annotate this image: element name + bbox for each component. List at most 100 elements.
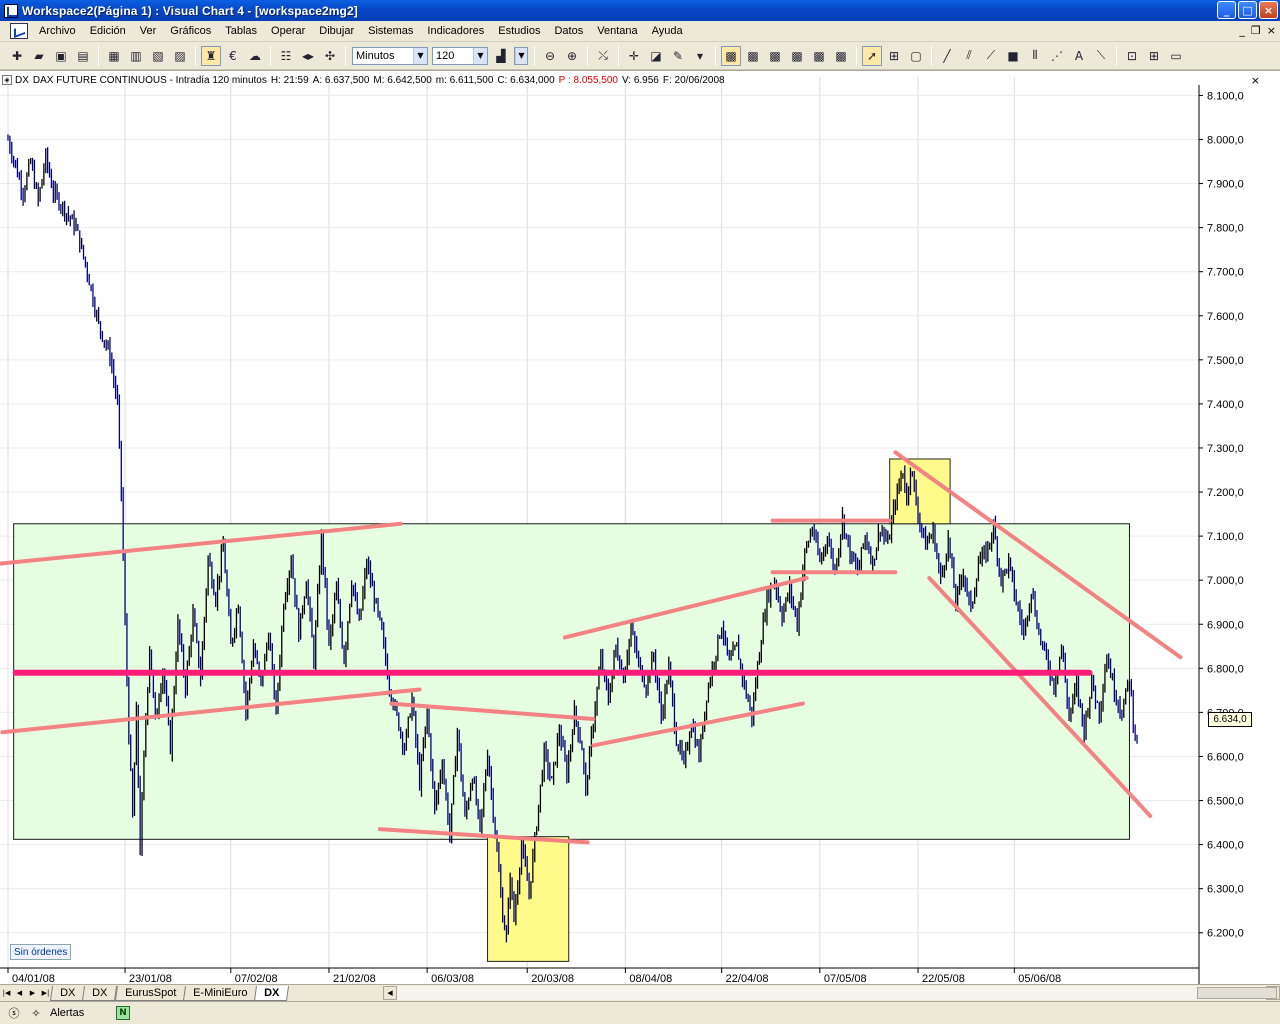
scroll-left-icon[interactable]: ◀: [383, 986, 397, 1000]
document-icon[interactable]: [10, 23, 28, 39]
timeframe-value: 120: [436, 49, 455, 62]
menu-ventana[interactable]: Ventana: [590, 25, 644, 37]
fill-color-icon[interactable]: ◪: [646, 46, 666, 66]
arrow-pointer-icon[interactable]: ➚: [862, 45, 882, 66]
mdi-restore-button[interactable]: ❐: [1251, 24, 1261, 37]
alerts-label[interactable]: Alertas: [50, 1007, 110, 1019]
open-folder-icon[interactable]: ▰: [29, 46, 49, 66]
rectangle-icon[interactable]: ▢: [906, 46, 926, 66]
menu-edicion[interactable]: Edición: [83, 25, 133, 37]
mdi-minimize-button[interactable]: _: [1239, 24, 1245, 37]
channel-icon[interactable]: ⫽: [959, 46, 979, 66]
price-tick-label: 8.100,0: [1207, 90, 1244, 102]
connection-icon[interactable]: ⓢ: [6, 1005, 22, 1021]
new-icon[interactable]: ✚: [7, 46, 27, 66]
zoom-in-icon[interactable]: ⊕: [562, 46, 582, 66]
menu-estudios[interactable]: Estudios: [491, 25, 547, 37]
pen-color-icon[interactable]: ✎: [668, 46, 688, 66]
cloud-icon[interactable]: ☁: [245, 46, 265, 66]
tab-dx-active[interactable]: DX: [254, 985, 290, 1001]
zoom-out-icon[interactable]: ⊖: [540, 46, 560, 66]
toolbar-separator: [587, 45, 588, 66]
symbol-description: DAX FUTURE CONTINUOUS - Intradía 120 min…: [32, 74, 267, 86]
bell-icon[interactable]: ✧: [28, 1005, 44, 1021]
menu-ayuda[interactable]: Ayuda: [645, 25, 690, 37]
currency-icon[interactable]: €: [223, 46, 243, 66]
chart-type-icon[interactable]: ▟: [491, 46, 511, 66]
workspace-1-icon[interactable]: ▩: [721, 45, 741, 66]
first-tab-icon[interactable]: |◀: [0, 987, 13, 1000]
properties-icon[interactable]: ☷: [276, 46, 296, 66]
chart-close-icon[interactable]: ×: [1251, 74, 1260, 87]
prev-tab-icon[interactable]: ◀: [13, 987, 26, 1000]
timeframe-value-select[interactable]: 120 ▼: [432, 46, 488, 65]
next-tab-icon[interactable]: ▶: [26, 987, 39, 1000]
workspace-5-icon[interactable]: ▩: [809, 46, 829, 66]
close-value: C: 6.634,000: [497, 74, 555, 86]
scroll-thumb[interactable]: [1197, 987, 1277, 999]
menu-dibujar[interactable]: Dibujar: [312, 25, 361, 37]
line-tool-icon[interactable]: ⟍: [1091, 46, 1111, 66]
horizontal-scrollbar[interactable]: ◀ ▶: [383, 986, 1280, 1000]
zoom-box-icon[interactable]: ⊡: [1122, 46, 1142, 66]
menu-tablas[interactable]: Tablas: [218, 25, 264, 37]
menu-ver[interactable]: Ver: [133, 25, 164, 37]
chart-layout-icon[interactable]: ▨: [170, 46, 190, 66]
toolbar-separator: [98, 45, 99, 66]
menu-operar[interactable]: Operar: [264, 25, 312, 37]
date-value: F: 20/06/2008: [662, 74, 725, 86]
tab-eurusspot[interactable]: EurusSpot: [114, 985, 186, 1001]
crosshair-icon[interactable]: ✛: [624, 46, 644, 66]
timeframe-unit-select[interactable]: Minutos ▼: [352, 46, 428, 65]
chevron-down-icon[interactable]: ▼: [515, 47, 527, 64]
workspace-3-icon[interactable]: ▩: [765, 46, 785, 66]
cursor-cross-icon[interactable]: ✣: [320, 46, 340, 66]
menu-archivo[interactable]: Archivo: [32, 25, 83, 37]
scroll-bars-icon[interactable]: ◂▸: [298, 46, 318, 66]
workspace-6-icon[interactable]: ▩: [831, 46, 851, 66]
yellow-box-icon[interactable]: ■: [1003, 46, 1023, 66]
new-chart-icon[interactable]: ▦: [104, 46, 124, 66]
workspace-2-icon[interactable]: ▩: [743, 46, 763, 66]
chart-window[interactable]: 8.100,0 8.000,0 7.900,0 7.800,0 7.700,0 7.600…: [0, 70, 1280, 985]
close-button[interactable]: ×: [1259, 1, 1278, 19]
grid-icon[interactable]: ⊞: [1144, 46, 1164, 66]
chart-type-dropdown[interactable]: ▼: [514, 46, 528, 65]
price-tick-label: 8.000,0: [1207, 134, 1244, 146]
menu-indicadores[interactable]: Indicadores: [420, 25, 491, 37]
text-tool-icon[interactable]: A: [1069, 46, 1089, 66]
chart-window-icon[interactable]: ▧: [148, 46, 168, 66]
menu-sistemas[interactable]: Sistemas: [361, 25, 420, 37]
window-title: Workspace2(Página 1) : Visual Chart 4 - …: [22, 3, 358, 18]
mdi-close-button[interactable]: ×: [1267, 24, 1276, 37]
price-chart[interactable]: 8.100,0 8.000,0 7.900,0 7.800,0 7.700,0 7.600…: [0, 71, 1280, 985]
text-box-icon[interactable]: ⊞: [884, 46, 904, 66]
bar-chart-icon[interactable]: ▥: [126, 46, 146, 66]
tab-dx-2[interactable]: DX: [82, 985, 118, 1001]
ruler-icon[interactable]: ▭: [1166, 46, 1186, 66]
orders-badge[interactable]: Sin órdenes: [10, 944, 72, 960]
pen-dropdown-icon[interactable]: ▾: [690, 46, 710, 66]
menu-graficos[interactable]: Gráficos: [163, 25, 218, 37]
ray-icon[interactable]: ⟋: [981, 46, 1001, 66]
tab-e-minieuro[interactable]: E-MiniEuro: [182, 985, 258, 1001]
chevron-down-icon[interactable]: ▼: [413, 47, 427, 64]
trendline-icon[interactable]: ╱: [937, 46, 957, 66]
save-all-icon[interactable]: ▤: [73, 46, 93, 66]
save-icon[interactable]: ▣: [51, 46, 71, 66]
fibonacci-icon[interactable]: ⋰: [1047, 46, 1067, 66]
indicator-icon[interactable]: ⤯: [593, 46, 613, 66]
workspace-4-icon[interactable]: ▩: [787, 46, 807, 66]
maximize-button[interactable]: □: [1238, 1, 1257, 19]
toolbar-separator: [715, 45, 716, 66]
tab-dx-1[interactable]: DX: [49, 985, 86, 1001]
portfolio-icon[interactable]: ♜: [201, 45, 221, 66]
chevron-down-icon[interactable]: ▼: [473, 47, 487, 64]
minimize-button[interactable]: _: [1217, 1, 1236, 19]
vertical-lines-icon[interactable]: ⦀: [1025, 46, 1045, 66]
chart-menu-icon[interactable]: ◈: [2, 75, 12, 85]
menu-datos[interactable]: Datos: [547, 25, 590, 37]
app-icon: [4, 3, 18, 18]
scroll-track[interactable]: [397, 986, 1277, 1000]
news-icon[interactable]: N: [116, 1006, 130, 1020]
